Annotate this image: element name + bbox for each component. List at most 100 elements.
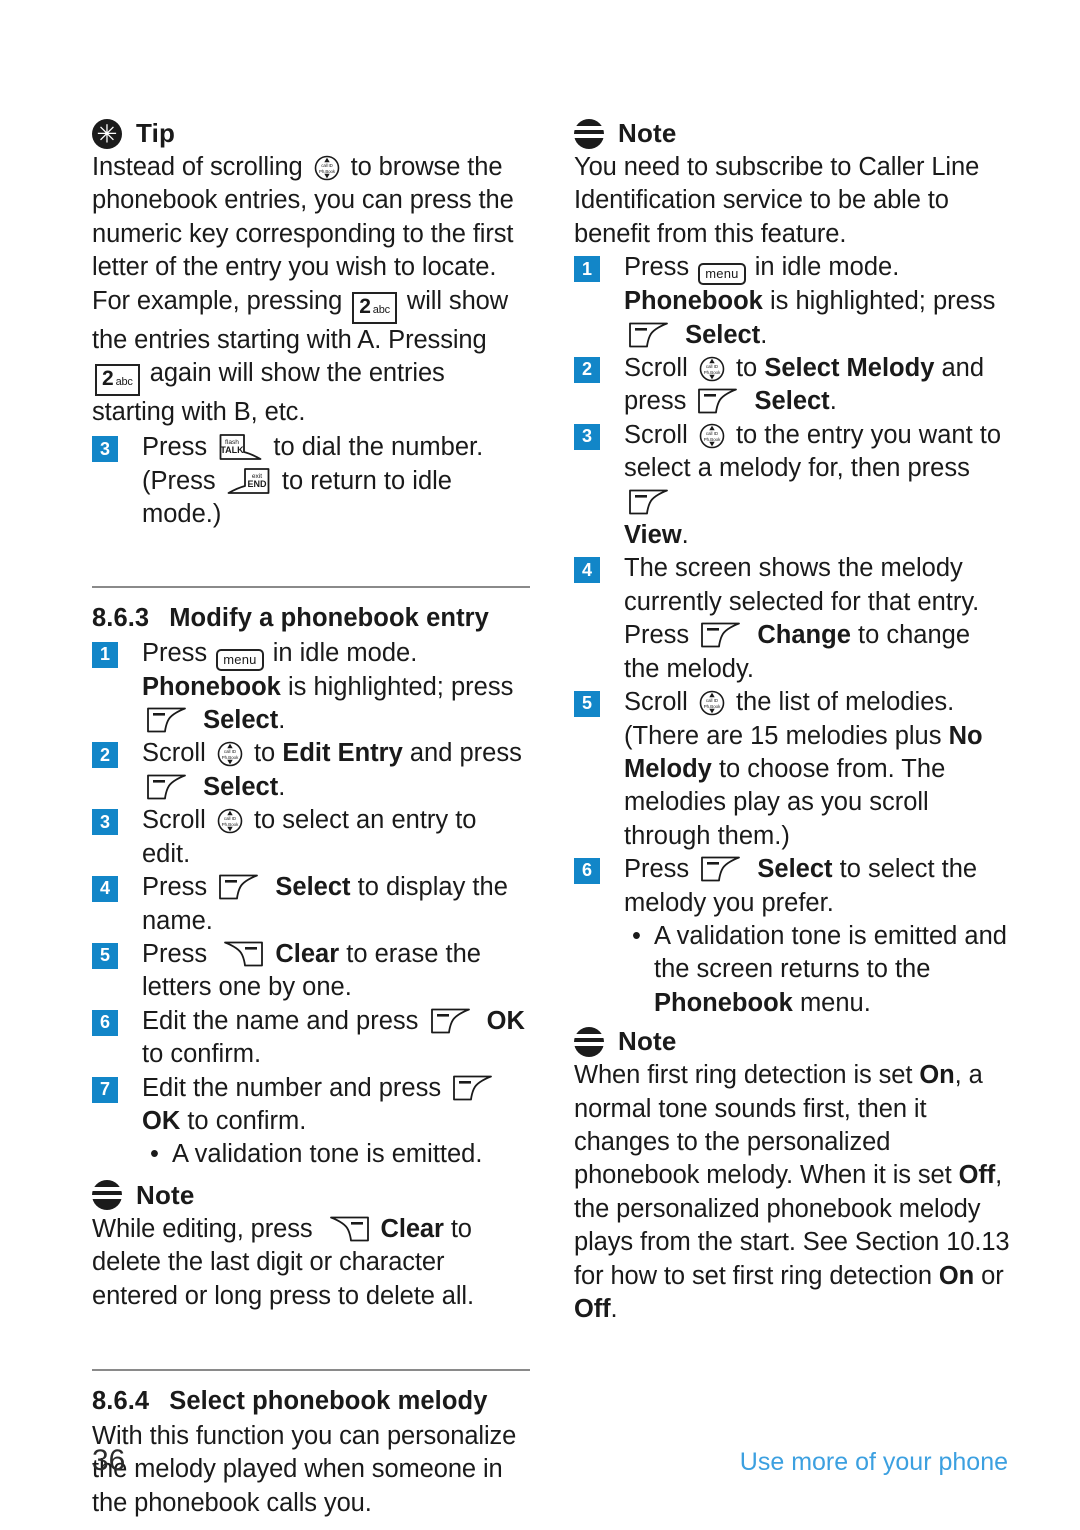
left-soft-key-icon bbox=[451, 1073, 499, 1103]
two-column-body: Tip Instead of scrolling call ID Ph.Book… bbox=[92, 118, 1012, 1520]
step-number-badge: 3 bbox=[92, 809, 118, 836]
step-text-c: to confirm. bbox=[187, 1106, 307, 1135]
step-number-badge: 5 bbox=[574, 691, 600, 718]
numeric-key-2-abc-icon: 2 abc bbox=[352, 291, 397, 324]
phonebook-bold: Phonebook bbox=[654, 988, 793, 1017]
step-text-c: and press bbox=[409, 739, 522, 768]
note-text-a: While editing, press bbox=[92, 1214, 313, 1243]
period: . bbox=[760, 320, 768, 349]
bullet-text-c: menu. bbox=[799, 988, 871, 1017]
step-number-badge: 3 bbox=[574, 423, 600, 450]
melody-step-1: 1 Press menu in idle mode. Phonebook is … bbox=[574, 251, 1012, 352]
step-number-badge: 2 bbox=[92, 742, 118, 769]
bullet-text-a: A validation tone is emitted and the scr… bbox=[654, 921, 1007, 984]
state-on-bold: On bbox=[919, 1061, 955, 1090]
step-text: Press Select to select the melody you pr… bbox=[624, 853, 1012, 920]
softkey-label: Change bbox=[757, 621, 851, 650]
step-text-a: Press bbox=[142, 433, 208, 462]
step-2: 2 Scroll call ID Ph.Book to Edit Entry a… bbox=[92, 737, 530, 804]
striped-circle-icon bbox=[574, 118, 604, 149]
step-text-c: is highlighted; press bbox=[287, 672, 514, 701]
step-text-a: Press bbox=[624, 253, 690, 282]
note-bottom-body: When first ring detection is set On, a n… bbox=[574, 1059, 1012, 1326]
tip-text-4: again will show the entries starting wit… bbox=[92, 359, 445, 427]
left-soft-key-icon bbox=[217, 872, 265, 902]
key-digit-2: 2 bbox=[102, 367, 114, 391]
step-text-a: Edit the name and press bbox=[142, 1006, 419, 1035]
left-soft-key-icon bbox=[699, 620, 747, 650]
softkey-label: View bbox=[624, 521, 682, 550]
step-text: The screen shows the melody currently se… bbox=[624, 552, 1012, 686]
note-title: Note bbox=[618, 118, 677, 148]
striped-circle-icon bbox=[92, 1180, 122, 1211]
left-soft-key-icon bbox=[145, 705, 193, 735]
numeric-key-2-abc-icon-2: 2 abc bbox=[95, 364, 140, 397]
svg-text:Ph.Book: Ph.Book bbox=[222, 822, 239, 827]
softkey-label: OK bbox=[142, 1106, 181, 1135]
svg-text:Ph.Book: Ph.Book bbox=[319, 169, 336, 174]
section-title: Modify a phonebook entry bbox=[169, 603, 489, 632]
note-text-d: or bbox=[981, 1261, 1004, 1290]
note-callout-heading: Note bbox=[92, 1180, 530, 1211]
note-body: While editing, press Clear to delete the… bbox=[92, 1213, 530, 1313]
right-soft-key-icon bbox=[217, 939, 265, 969]
step-text-a: Press bbox=[142, 638, 208, 667]
step-text: Edit the number and press OK to confirm. bbox=[142, 1072, 530, 1139]
softkey-label: Select bbox=[685, 320, 761, 349]
state-on-bold-2: On bbox=[938, 1261, 975, 1290]
step-number-badge: 3 bbox=[92, 436, 118, 463]
period: . bbox=[829, 387, 837, 416]
menu-item-bold: Edit Entry bbox=[282, 739, 403, 768]
softkey-label: Select bbox=[203, 706, 279, 735]
svg-text:TALK: TALK bbox=[221, 445, 245, 455]
step-3: 3 Scroll call ID Ph.Book to select an en… bbox=[92, 804, 530, 871]
step-number-badge: 1 bbox=[92, 641, 118, 668]
step-text: Scroll call ID Ph.Book to select an entr… bbox=[142, 804, 530, 871]
navigation-scroll-key-icon: call ID Ph.Book bbox=[216, 807, 244, 835]
step-text: Press Select to display the name. bbox=[142, 871, 530, 938]
svg-text:Ph.Book: Ph.Book bbox=[222, 755, 239, 760]
softkey-label: Select bbox=[275, 873, 351, 902]
step-text-b: to bbox=[735, 354, 758, 383]
step-number-badge: 4 bbox=[574, 557, 600, 584]
manual-page: Tip Instead of scrolling call ID Ph.Book… bbox=[0, 0, 1080, 1530]
bullet-dot-icon: • bbox=[150, 1140, 159, 1169]
tip-body: Instead of scrolling call ID Ph.Book to … bbox=[92, 151, 530, 429]
state-off-bold: Off bbox=[958, 1161, 996, 1190]
svg-text:call ID: call ID bbox=[321, 163, 333, 168]
menu-key-icon: menu bbox=[698, 263, 746, 286]
note-title: Note bbox=[136, 1179, 195, 1210]
menu-item-bold: Select Melody bbox=[764, 354, 935, 383]
step-text-a: Press bbox=[142, 939, 208, 968]
softkey-label: Select bbox=[754, 387, 830, 416]
svg-text:Ph.Book: Ph.Book bbox=[704, 370, 721, 375]
left-soft-key-icon bbox=[145, 772, 193, 802]
navigation-scroll-key-icon: call ID Ph.Book bbox=[698, 355, 726, 383]
key-letters-2: abc bbox=[115, 376, 133, 389]
tip-callout-heading: Tip bbox=[92, 118, 530, 149]
tip-step-3: 3 Press flash TALK to dial the number. (… bbox=[92, 431, 530, 531]
left-soft-key-icon bbox=[699, 854, 747, 884]
note-title: Note bbox=[618, 1026, 677, 1057]
step-1: 1 Press menu in idle mode. Phonebook is … bbox=[92, 637, 530, 738]
left-soft-key-icon bbox=[429, 1006, 477, 1036]
svg-text:Ph.Book: Ph.Book bbox=[704, 704, 721, 709]
key-letters: abc bbox=[372, 303, 390, 316]
footer-chapter-label: Use more of your phone bbox=[739, 1448, 1008, 1476]
step-text-a: Scroll bbox=[624, 354, 688, 383]
step-text-a: Scroll bbox=[624, 420, 688, 449]
end-key-icon: exit END bbox=[226, 466, 272, 496]
step-text: Scroll call ID Ph.Book to Edit Entry and… bbox=[142, 737, 530, 804]
period: . bbox=[278, 706, 286, 735]
svg-text:END: END bbox=[247, 479, 267, 489]
step-text: Press Clear to erase the letters one by … bbox=[142, 938, 530, 1005]
step-text-a: Scroll bbox=[624, 688, 688, 717]
tip-text-1: Instead of scrolling bbox=[92, 153, 303, 181]
asterisk-circle-icon bbox=[92, 118, 122, 149]
bullet-item: • A validation tone is emitted. bbox=[92, 1138, 530, 1171]
step-6: 6 Edit the name and press OK to confirm. bbox=[92, 1005, 530, 1072]
page-footer: 36 Use more of your phone bbox=[92, 1444, 1008, 1478]
softkey-label: OK bbox=[486, 1006, 525, 1035]
step-number-badge: 5 bbox=[92, 942, 118, 969]
step-text: Edit the name and press OK to confirm. bbox=[142, 1005, 530, 1072]
